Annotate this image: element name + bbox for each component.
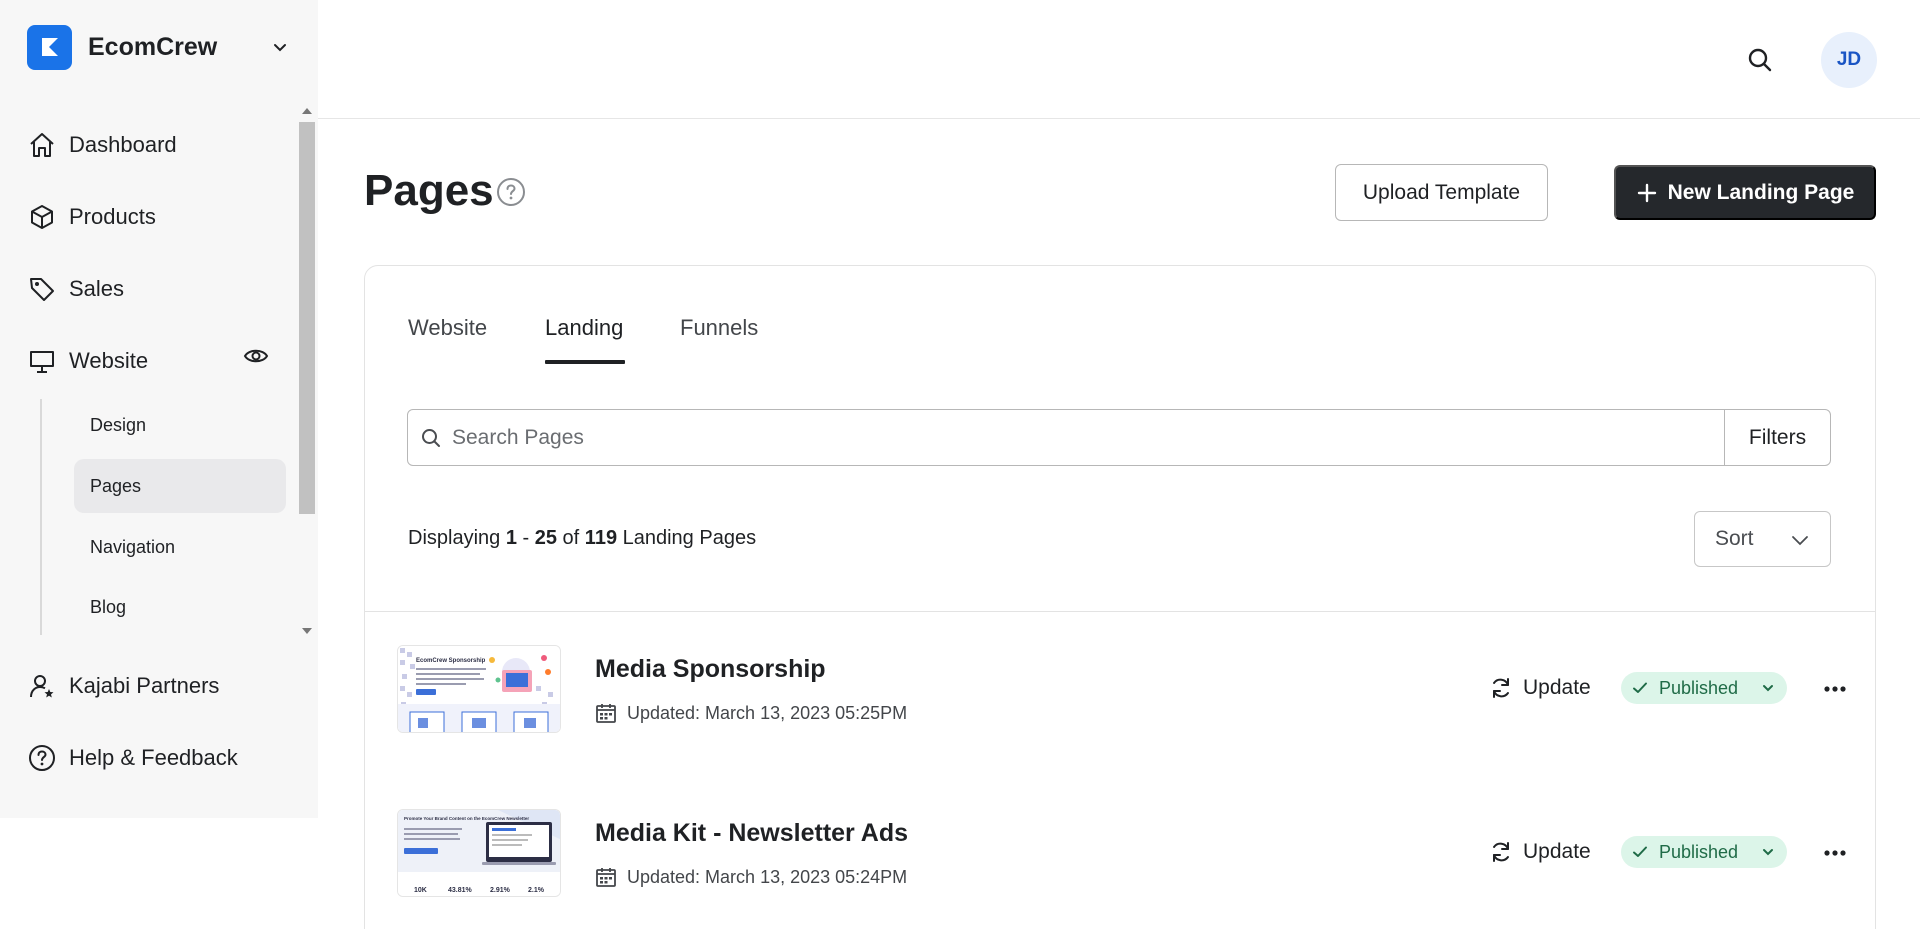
sidebar-item-label: Products <box>69 204 156 229</box>
display-of: of <box>562 527 580 549</box>
tab-landing[interactable]: Landing <box>545 315 623 341</box>
active-tab-indicator <box>545 360 625 364</box>
tab-website[interactable]: Website <box>408 315 487 341</box>
filters-button[interactable]: Filters <box>1724 410 1830 465</box>
check-icon <box>1631 843 1649 861</box>
sidebar-item-label: Kajabi Partners <box>69 673 220 698</box>
chevron-down-icon <box>1761 681 1775 695</box>
display-prefix: Displaying <box>408 527 501 549</box>
sidebar-subitem-blog[interactable]: Blog <box>74 580 286 634</box>
range-start: 1 <box>505 527 517 549</box>
search-bar: Filters <box>407 409 1831 466</box>
update-button[interactable]: Update <box>1489 676 1591 700</box>
new-landing-page-button[interactable]: New Landing Page <box>1614 165 1876 220</box>
sidebar-item-label: Website <box>69 348 149 373</box>
table-row: Promote Your Brand Content on the EcomCr… <box>364 809 1876 909</box>
tab-funnels[interactable]: Funnels <box>680 315 758 341</box>
search-icon <box>420 427 442 449</box>
plus-icon <box>1636 182 1658 204</box>
sidebar-item-sales[interactable]: Sales <box>27 267 287 311</box>
sidebar-item-help-feedback[interactable]: Help & Feedback <box>27 736 287 780</box>
thumbnail-heading: EcomCrew Sponsorship <box>416 658 486 664</box>
page-title-link[interactable]: Media Sponsorship <box>595 655 826 684</box>
page-thumbnail[interactable]: Promote Your Brand Content on the EcomCr… <box>397 809 561 897</box>
subnav-line <box>40 399 42 635</box>
calendar-icon <box>595 866 617 888</box>
calendar-icon <box>595 702 617 724</box>
display-suffix: Landing Pages <box>622 527 757 549</box>
more-options-icon[interactable] <box>1820 838 1850 868</box>
page-thumbnail[interactable]: EcomCrew Sponsorship <box>397 645 561 733</box>
more-options-icon[interactable] <box>1820 674 1850 704</box>
check-icon <box>1631 679 1649 697</box>
status-badge-dropdown[interactable]: Published <box>1621 836 1787 868</box>
chevron-down-icon <box>1790 530 1810 556</box>
thumbnail-stat: 2.1% <box>528 887 545 894</box>
chevron-down-icon <box>1761 845 1775 859</box>
updated-text: Updated: March 13, 2023 05:25PM <box>627 702 908 723</box>
updated-meta: Updated: March 13, 2023 05:25PM <box>595 702 907 724</box>
sidebar-item-products[interactable]: Products <box>27 195 287 239</box>
sidebar-item-label: Dashboard <box>69 132 177 157</box>
home-icon <box>27 130 57 160</box>
help-question-icon[interactable] <box>496 177 526 207</box>
search-pages-input[interactable] <box>452 425 1626 450</box>
new-landing-page-label: New Landing Page <box>1667 180 1855 204</box>
list-divider <box>364 611 1876 612</box>
site-name: EcomCrew <box>88 32 218 61</box>
sidebar-item-label: Sales <box>69 276 125 301</box>
cube-icon <box>27 202 57 232</box>
display-count: Displaying 1 - 25 of 119 Landing Pages <box>408 527 757 549</box>
sort-select[interactable]: Sort <box>1694 511 1831 567</box>
upload-template-button[interactable]: Upload Template <box>1335 164 1548 221</box>
thumbnail-stat: 2.91% <box>490 887 511 894</box>
refresh-icon <box>1489 676 1513 700</box>
table-row: EcomCrew Sponsorship Media Sponsorship U… <box>364 645 1876 745</box>
refresh-icon <box>1489 840 1513 864</box>
monitor-icon <box>27 346 57 376</box>
update-label: Update <box>1523 676 1591 699</box>
scroll-up-arrow[interactable] <box>302 108 312 114</box>
kajabi-logo-icon <box>27 24 72 70</box>
user-avatar[interactable]: JD <box>1821 32 1877 88</box>
update-button[interactable]: Update <box>1489 840 1591 864</box>
sidebar-scrollbar[interactable] <box>297 102 317 640</box>
search-icon[interactable] <box>1744 44 1776 76</box>
total-count: 119 <box>584 527 618 549</box>
update-label: Update <box>1523 840 1591 863</box>
thumbnail-stat: 43.81% <box>448 887 473 894</box>
thumbnail-stat: 10K <box>414 887 427 894</box>
status-label: Published <box>1659 841 1739 862</box>
sidebar-item-label: Help & Feedback <box>69 745 238 770</box>
sort-label: Sort <box>1715 527 1754 550</box>
scroll-down-arrow[interactable] <box>302 628 312 634</box>
sidebar-item-website[interactable]: Website <box>27 339 227 383</box>
status-label: Published <box>1659 677 1739 698</box>
scroll-thumb[interactable] <box>299 122 315 514</box>
updated-meta: Updated: March 13, 2023 05:24PM <box>595 866 907 888</box>
preview-eye-icon[interactable] <box>241 341 271 371</box>
sidebar-subitem-pages[interactable]: Pages <box>74 459 286 513</box>
status-badge-dropdown[interactable]: Published <box>1621 672 1787 704</box>
sidebar: EcomCrew Dashboard Products Sales Websit… <box>0 0 318 818</box>
site-switcher[interactable]: EcomCrew <box>27 24 292 70</box>
search-field <box>408 410 1724 465</box>
chevron-down-icon <box>268 35 292 59</box>
thumbnail-heading: Promote Your Brand Content on the EcomCr… <box>404 816 529 821</box>
help-circle-icon <box>27 743 57 773</box>
tag-icon <box>27 274 57 304</box>
sidebar-subitem-navigation[interactable]: Navigation <box>74 520 286 574</box>
sidebar-item-kajabi-partners[interactable]: Kajabi Partners <box>27 664 287 708</box>
page-title-link[interactable]: Media Kit - Newsletter Ads <box>595 819 908 848</box>
range-end: 25 <box>534 527 557 549</box>
partner-user-icon <box>27 671 57 701</box>
sidebar-subitem-design[interactable]: Design <box>74 398 286 452</box>
sidebar-nav: Dashboard Products Sales Website Design … <box>0 102 318 640</box>
page-title: Pages <box>364 166 494 215</box>
updated-text: Updated: March 13, 2023 05:24PM <box>627 866 908 887</box>
top-bar: JD <box>318 0 1920 119</box>
sidebar-item-dashboard[interactable]: Dashboard <box>27 123 287 167</box>
